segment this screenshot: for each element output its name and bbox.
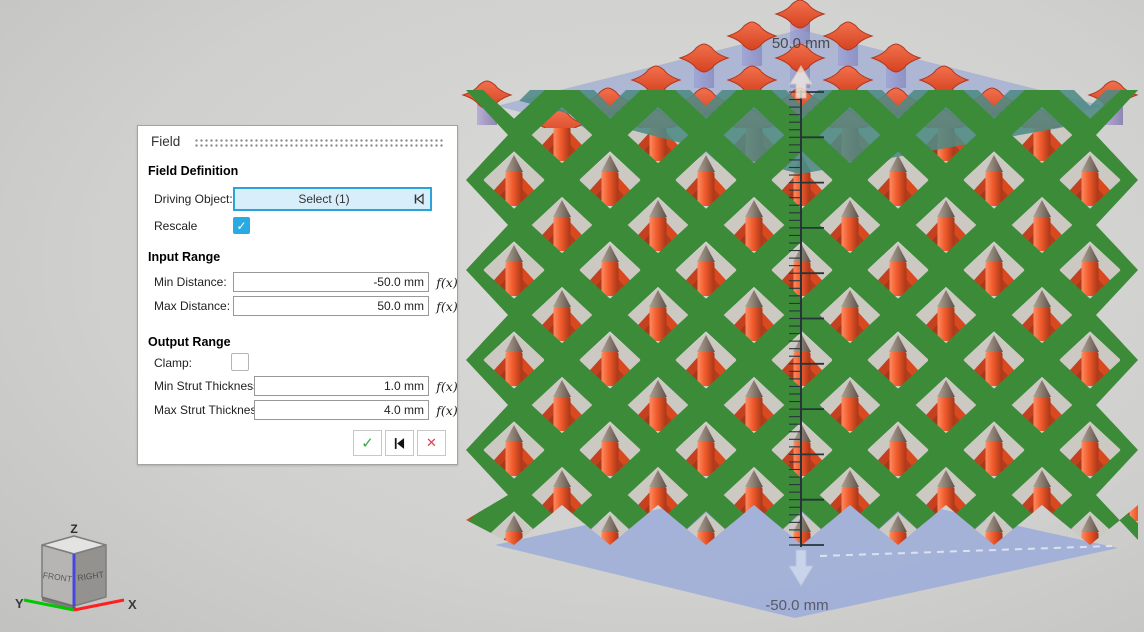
min-distance-label: Min Distance: <box>154 275 227 289</box>
driving-object-select[interactable]: Select (1) <box>233 187 432 211</box>
check-icon: ✓ <box>361 434 374 452</box>
max-strut-thickness-label: Max Strut Thickness: <box>154 403 266 417</box>
clamp-label: Clamp: <box>154 356 192 370</box>
cancel-button[interactable]: ✕ <box>417 430 446 456</box>
min-distance-fx-button[interactable]: f(x) <box>434 275 460 290</box>
rescale-label: Rescale <box>154 219 197 233</box>
max-distance-input[interactable] <box>233 296 429 316</box>
dialog-drag-strip[interactable] <box>194 138 445 148</box>
min-strut-fx-button[interactable]: f(x) <box>434 379 460 394</box>
rescale-checkbox[interactable]: ✓ <box>233 217 250 234</box>
min-strut-thickness-input[interactable] <box>254 376 429 396</box>
x-icon: ✕ <box>426 435 437 451</box>
driving-object-label: Driving Object: <box>154 192 233 206</box>
section-field-definition: Field Definition <box>148 164 238 178</box>
confirm-button[interactable]: ✓ <box>353 430 382 456</box>
y-axis-label: Y <box>15 596 24 611</box>
max-distance-label: Max Distance: <box>154 299 230 313</box>
reset-button[interactable] <box>385 430 414 456</box>
skip-to-start-icon <box>393 437 406 450</box>
field-dialog: Field Field Definition Driving Object: S… <box>137 125 458 465</box>
max-distance-fx-button[interactable]: f(x) <box>434 299 460 314</box>
section-input-range: Input Range <box>148 250 220 264</box>
skip-to-start-icon <box>413 193 427 205</box>
clamp-checkbox[interactable] <box>231 353 249 371</box>
view-cube[interactable]: FRONT RIGHT Z Y X <box>15 522 137 612</box>
min-strut-thickness-label: Min Strut Thickness: <box>154 379 262 393</box>
max-strut-thickness-input[interactable] <box>254 400 429 420</box>
driving-object-value: Select (1) <box>235 192 413 206</box>
z-axis-label: Z <box>70 522 77 536</box>
ruler-top-label: 50.0 mm <box>772 35 830 52</box>
ruler-bottom-label: -50.0 mm <box>765 597 828 614</box>
dialog-title: Field <box>151 134 180 149</box>
x-axis-label: X <box>128 597 137 612</box>
max-strut-fx-button[interactable]: f(x) <box>434 403 460 418</box>
section-output-range: Output Range <box>148 335 231 349</box>
min-distance-input[interactable] <box>233 272 429 292</box>
